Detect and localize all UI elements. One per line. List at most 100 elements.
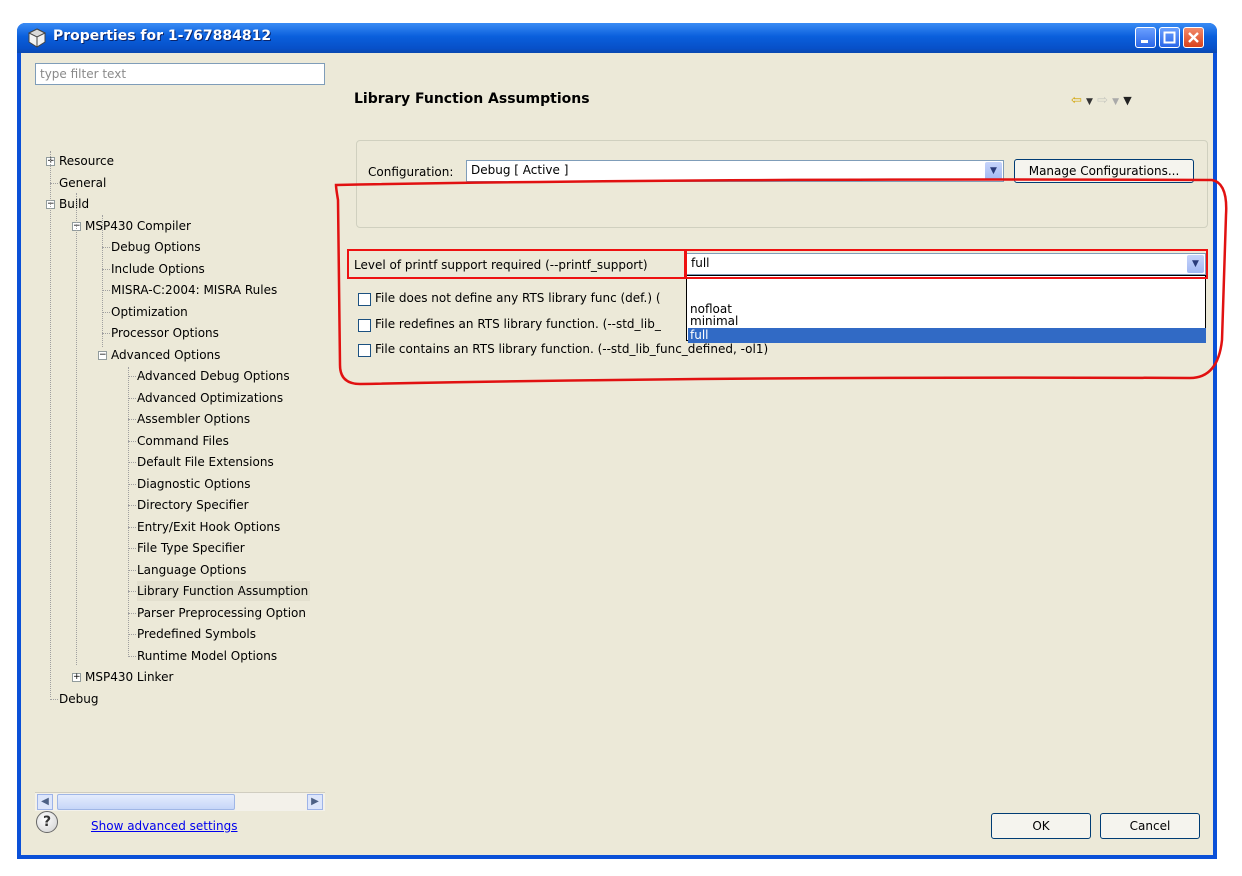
tree-item[interactable]: Assembler Options bbox=[137, 409, 252, 429]
maximize-icon[interactable] bbox=[1159, 27, 1180, 48]
tree-item-label: Parser Preprocessing Option bbox=[137, 605, 306, 620]
configuration-label: Configuration: bbox=[368, 165, 454, 179]
chevron-down-icon[interactable]: ▼ bbox=[985, 162, 1002, 180]
tree-item-label: Assembler Options bbox=[137, 412, 251, 426]
page-title: Library Function Assumptions bbox=[354, 91, 590, 107]
highlight-box-label bbox=[347, 249, 687, 279]
tree-connector bbox=[50, 698, 58, 700]
dropdown-option-full[interactable]: full bbox=[688, 328, 1206, 343]
tree-guide-line bbox=[128, 367, 129, 657]
tree-connector bbox=[102, 268, 110, 270]
tree-item[interactable]: MSP430 Linker bbox=[85, 667, 175, 687]
tree-item[interactable]: MISRA-C:2004: MISRA Rules bbox=[111, 280, 279, 300]
collapse-icon[interactable]: − bbox=[98, 350, 107, 360]
checkbox-redefines-rts-func[interactable] bbox=[358, 319, 371, 332]
checkbox-no-rts-func-label: File does not define any RTS library fun… bbox=[375, 291, 661, 305]
tree-item-label: Debug Options bbox=[111, 240, 201, 254]
filter-text-field[interactable] bbox=[36, 64, 314, 84]
tree-item[interactable]: Command Files bbox=[137, 431, 231, 451]
forward-dropdown-icon[interactable]: ▼ bbox=[1112, 97, 1119, 107]
app-icon bbox=[27, 28, 47, 48]
tree-connector bbox=[128, 655, 136, 657]
scroll-right-icon[interactable]: ▶ bbox=[307, 794, 323, 810]
tree-item-label: Language Options bbox=[137, 562, 247, 577]
title-bar[interactable]: Properties for 1-767884812 bbox=[17, 23, 1217, 53]
filter-input[interactable] bbox=[35, 63, 325, 85]
help-icon[interactable]: ? bbox=[36, 811, 58, 833]
tree-item[interactable]: File Type Specifier bbox=[137, 538, 247, 558]
tree-connector bbox=[128, 440, 136, 442]
tree-horizontal-scrollbar[interactable]: ◀ ▶ bbox=[35, 792, 325, 811]
tree-connector bbox=[128, 462, 136, 463]
tree-item[interactable]: Advanced Options bbox=[111, 345, 222, 365]
tree-item[interactable]: Parser Preprocessing Option bbox=[137, 603, 308, 623]
back-dropdown-icon[interactable]: ▼ bbox=[1086, 97, 1093, 107]
window-title: Properties for 1-767884812 bbox=[53, 28, 272, 44]
scroll-thumb[interactable] bbox=[57, 794, 235, 810]
settings-tree: Resource + General Build − MSP430 Compiler − De… bbox=[35, 97, 325, 792]
tree-item[interactable]: Advanced Debug Options bbox=[137, 366, 292, 386]
checkbox-no-rts-func[interactable] bbox=[358, 293, 371, 306]
page-navigation: ⇦ ▼ ⇨ ▼ ▼ bbox=[1071, 93, 1132, 108]
tree-item-label: Directory Specifier bbox=[137, 498, 249, 512]
tree-item[interactable]: Runtime Model Options bbox=[137, 646, 279, 666]
tree-connector bbox=[128, 612, 136, 614]
checkbox-contains-rts-func-label: File contains an RTS library function. (… bbox=[375, 342, 769, 356]
tree-connector bbox=[128, 376, 136, 377]
tree-item-label: Include Options bbox=[111, 261, 205, 276]
tree-item[interactable]: Processor Options bbox=[111, 323, 221, 343]
properties-window: Properties for 1-767884812 Resource + Gene… bbox=[17, 23, 1217, 859]
configuration-select[interactable]: Debug [ Active ] ▼ bbox=[466, 160, 1004, 182]
tree-item-label: Diagnostic Options bbox=[137, 476, 251, 491]
tree-item[interactable]: Predefined Symbols bbox=[137, 624, 258, 644]
manage-configurations-button[interactable]: Manage Configurations... bbox=[1014, 159, 1194, 183]
tree-connector bbox=[50, 182, 58, 184]
tree-guide-line bbox=[76, 193, 77, 665]
tree-item[interactable]: Include Options bbox=[111, 259, 207, 279]
back-arrow-icon[interactable]: ⇦ bbox=[1071, 93, 1082, 108]
tree-item[interactable]: Library Function Assumption bbox=[137, 581, 311, 601]
tree-item[interactable]: Resource bbox=[59, 151, 116, 171]
tree-item-label: Resource bbox=[59, 154, 115, 168]
tree-item[interactable]: Debug Options bbox=[111, 237, 203, 257]
tree-item-label: File Type Specifier bbox=[137, 541, 245, 555]
tree-item[interactable]: Debug bbox=[59, 689, 100, 709]
tree-item[interactable]: Language Options bbox=[137, 560, 248, 580]
tree-item-label: Processor Options bbox=[111, 326, 219, 340]
tree-item-label: Library Function Assumption bbox=[137, 584, 309, 598]
tree-guide-line bbox=[102, 215, 103, 347]
expand-icon[interactable]: + bbox=[72, 673, 81, 682]
tree-item[interactable]: Optimization bbox=[111, 302, 190, 322]
printf-support-dropdown-list: nofloat minimal full bbox=[686, 275, 1206, 343]
tree-item-label: Advanced Debug Options bbox=[137, 369, 290, 383]
tree-item-label: General bbox=[59, 175, 107, 190]
tree-item[interactable]: Default File Extensions bbox=[137, 452, 276, 472]
tree-guide-line bbox=[50, 151, 51, 697]
tree-item[interactable]: Diagnostic Options bbox=[137, 474, 253, 494]
view-menu-icon[interactable]: ▼ bbox=[1123, 94, 1131, 107]
tree-item-label: Predefined Symbols bbox=[137, 627, 257, 641]
ok-button[interactable]: OK bbox=[991, 813, 1091, 839]
tree-connector bbox=[128, 483, 136, 485]
forward-arrow-icon[interactable]: ⇨ bbox=[1097, 93, 1108, 108]
tree-connector bbox=[128, 569, 136, 571]
tree-item[interactable]: Directory Specifier bbox=[137, 495, 251, 515]
dialog-client-area: Resource+GeneralBuild−MSP430 Compiler−De… bbox=[21, 53, 1213, 855]
tree-connector bbox=[128, 397, 136, 399]
minimize-icon[interactable] bbox=[1135, 27, 1156, 48]
tree-connector bbox=[102, 247, 110, 248]
tree-item-label: MISRA-C:2004: MISRA Rules bbox=[111, 283, 278, 297]
tree-connector bbox=[128, 634, 136, 635]
tree-connector bbox=[128, 505, 136, 506]
tree-item[interactable]: Advanced Optimizations bbox=[137, 388, 285, 408]
checkbox-contains-rts-func[interactable] bbox=[358, 344, 371, 357]
show-advanced-settings-link[interactable]: Show advanced settings bbox=[91, 819, 238, 833]
close-icon[interactable] bbox=[1183, 27, 1204, 48]
scroll-left-icon[interactable]: ◀ bbox=[37, 794, 53, 810]
cancel-button[interactable]: Cancel bbox=[1100, 813, 1200, 839]
configuration-group bbox=[356, 140, 1208, 228]
tree-item[interactable]: Entry/Exit Hook Options bbox=[137, 517, 282, 537]
highlight-box-combo bbox=[684, 249, 1208, 279]
tree-item[interactable]: General bbox=[59, 173, 108, 193]
dropdown-option-minimal[interactable]: minimal bbox=[688, 314, 1206, 329]
